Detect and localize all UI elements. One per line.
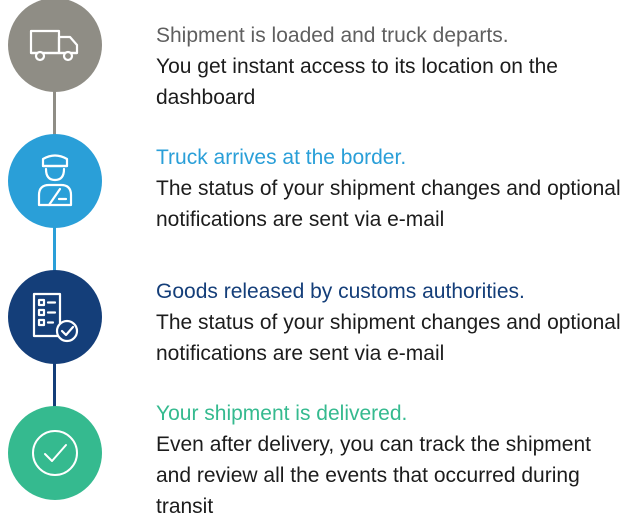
step-3-text: Goods released by customs authorities. T… xyxy=(156,276,624,369)
customs-officer-icon xyxy=(37,154,73,207)
truck-icon xyxy=(29,29,79,62)
step-1-title: Shipment is loaded and truck departs. xyxy=(156,24,509,47)
step-2-text: Truck arrives at the border. The status … xyxy=(156,142,624,235)
step-1-icon-circle xyxy=(8,0,102,92)
step-4-title: Your shipment is delivered. xyxy=(156,402,408,425)
step-4-text: Your shipment is delivered. Even after d… xyxy=(156,398,624,522)
step-1-description: You get instant access to its location o… xyxy=(156,55,558,109)
step-2-description: The status of your shipment changes and … xyxy=(156,177,621,231)
step-2-icon-circle xyxy=(8,134,102,228)
step-3-description: The status of your shipment changes and … xyxy=(156,311,621,365)
step-4-icon-circle xyxy=(8,406,102,500)
step-3-title: Goods released by customs authorities. xyxy=(156,280,525,303)
step-3-icon-circle xyxy=(8,270,102,364)
document-check-icon xyxy=(32,292,79,343)
step-4-description: Even after delivery, you can track the s… xyxy=(156,433,591,518)
step-1-text: Shipment is loaded and truck departs. Yo… xyxy=(156,20,624,113)
check-circle-icon xyxy=(32,430,78,476)
shipment-timeline: Shipment is loaded and truck departs. Yo… xyxy=(0,0,627,525)
timeline-connector xyxy=(53,356,56,410)
timeline-connector xyxy=(53,86,56,138)
timeline-connector xyxy=(53,220,56,274)
step-2-title: Truck arrives at the border. xyxy=(156,146,407,169)
